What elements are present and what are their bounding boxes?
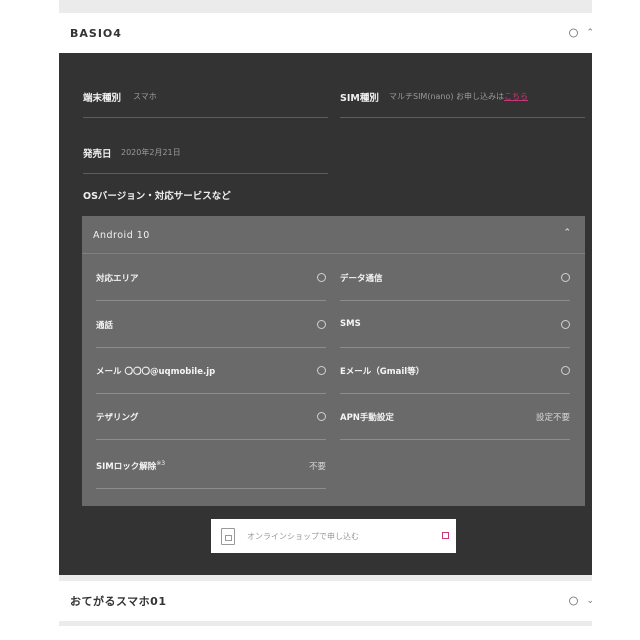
- spec-label: SIMロック解除※3: [96, 460, 165, 472]
- spec-voice-call: 通話: [96, 301, 326, 348]
- section-title: おてがるスマホ01: [70, 595, 167, 608]
- release-date-field: 発売日 2020年2月21日: [83, 109, 328, 174]
- footnote-marker: ※3: [156, 460, 166, 468]
- spec-label: Eメール（Gmail等）: [340, 367, 425, 377]
- section-title: BASIO4: [70, 26, 122, 40]
- os-accordion-panel: Android 10 ⌃ 対応エリア データ通信 通話 SMS メール 〇〇〇@…: [82, 216, 585, 506]
- accordion-header-otegaru[interactable]: おてがるスマホ01 ⌄: [59, 581, 592, 621]
- sim-type-value: マルチSIM(nano) お申し込みは: [389, 92, 505, 101]
- spec-coverage-area: 対応エリア: [96, 254, 326, 301]
- spec-label: 対応エリア: [96, 274, 139, 284]
- spec-apn-setup: APN手動設定 設定不要: [340, 393, 570, 440]
- external-link-icon: [442, 532, 449, 539]
- chevron-up-icon[interactable]: ⌃: [586, 28, 592, 38]
- sim-card-icon: [221, 528, 235, 545]
- circle-supported-icon: [561, 273, 570, 282]
- device-type-value: スマホ: [133, 92, 157, 101]
- circle-supported-icon: [317, 412, 326, 421]
- spec-value: 設定不要: [535, 413, 570, 423]
- page-frame: BASIO4 ⌃ 端末種別 スマホ SIM種別 マルチSIM(nano) お申し…: [59, 0, 592, 640]
- spec-value: 不要: [308, 462, 326, 472]
- circle-icon: [569, 596, 578, 606]
- os-section-label: OSバージョン・対応サービスなど: [83, 191, 231, 202]
- accordion-header-basio4[interactable]: BASIO4 ⌃: [59, 13, 592, 53]
- spec-email-gmail: Eメール（Gmail等）: [340, 347, 570, 394]
- device-details: 端末種別 スマホ SIM種別 マルチSIM(nano) お申し込みはこちら 発売…: [59, 53, 592, 575]
- os-version-title: Android 10: [93, 230, 150, 241]
- spec-label: APN手動設定: [340, 413, 394, 423]
- circle-supported-icon: [317, 366, 326, 375]
- spec-label: SMS: [340, 319, 361, 329]
- chevron-down-icon[interactable]: ⌄: [586, 596, 592, 606]
- os-accordion-header[interactable]: Android 10 ⌃: [82, 216, 585, 254]
- online-shop-label: オンラインショップで申し込む: [247, 532, 359, 541]
- release-date-value: 2020年2月21日: [121, 148, 181, 157]
- next-row-edge: [59, 626, 592, 640]
- sim-type-label: SIM種別: [340, 93, 379, 104]
- spec-label: メール 〇〇〇@uqmobile.jp: [96, 367, 216, 377]
- release-date-label: 発売日: [83, 149, 112, 160]
- circle-icon: [569, 28, 578, 38]
- spec-label: テザリング: [96, 413, 139, 423]
- device-type-label: 端末種別: [83, 93, 122, 104]
- sim-apply-link[interactable]: こちら: [504, 92, 528, 101]
- spec-carrier-mail: メール 〇〇〇@uqmobile.jp: [96, 347, 326, 394]
- sim-type-field: SIM種別 マルチSIM(nano) お申し込みはこちら: [340, 53, 585, 118]
- circle-supported-icon: [317, 320, 326, 329]
- online-shop-button[interactable]: オンラインショップで申し込む: [211, 519, 456, 553]
- circle-supported-icon: [561, 366, 570, 375]
- spec-label: 通話: [96, 321, 114, 331]
- spec-sim-unlock: SIMロック解除※3 不要: [96, 439, 326, 489]
- chevron-up-icon: ⌃: [563, 228, 571, 238]
- circle-supported-icon: [317, 273, 326, 282]
- spec-sms: SMS: [340, 301, 570, 348]
- spec-data-communication: データ通信: [340, 254, 570, 301]
- circle-supported-icon: [561, 320, 570, 329]
- spec-label-text: SIMロック解除: [96, 462, 157, 472]
- spec-tethering: テザリング: [96, 393, 326, 440]
- spec-label: データ通信: [340, 274, 383, 284]
